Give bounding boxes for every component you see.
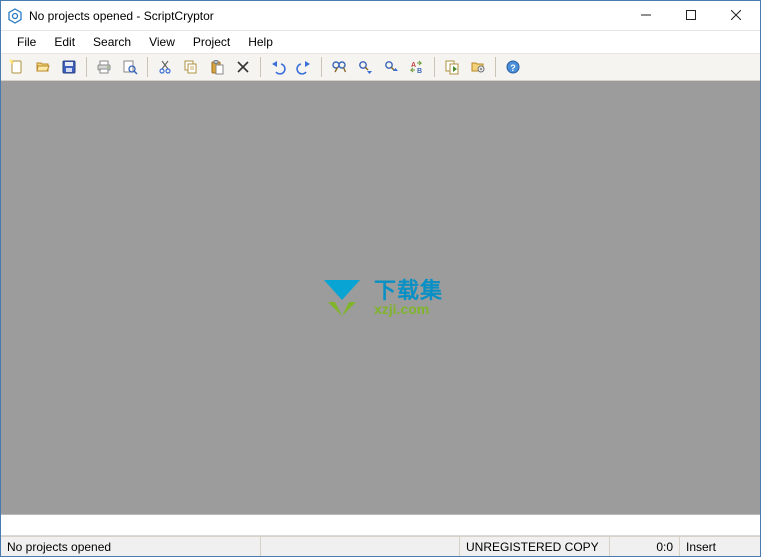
toolbar-separator: [260, 57, 261, 77]
maximize-button[interactable]: [668, 1, 713, 29]
menu-view[interactable]: View: [141, 33, 183, 51]
menu-search[interactable]: Search: [85, 33, 139, 51]
status-registration: UNREGISTERED COPY: [460, 537, 610, 556]
redo-button[interactable]: [292, 55, 316, 79]
open-button[interactable]: [31, 55, 55, 79]
find-prev-button[interactable]: [379, 55, 403, 79]
toolbar-separator: [495, 57, 496, 77]
svg-text:A: A: [411, 62, 416, 69]
status-cursor-position: 0:0: [610, 537, 680, 556]
window-controls: [623, 1, 758, 30]
minimize-button[interactable]: [623, 1, 668, 29]
watermark-icon: [318, 276, 366, 320]
menu-project[interactable]: Project: [185, 33, 238, 51]
svg-text:B: B: [417, 68, 422, 75]
undo-button[interactable]: [266, 55, 290, 79]
watermark-text: 下载集 xzji.com: [374, 279, 443, 317]
cut-button[interactable]: [153, 55, 177, 79]
toolbar-separator: [434, 57, 435, 77]
workspace-area: 下载集 xzji.com: [1, 81, 760, 514]
menu-help[interactable]: Help: [240, 33, 281, 51]
app-window: No projects opened - ScriptCryptor File …: [0, 0, 761, 557]
status-bar: No projects opened UNREGISTERED COPY 0:0…: [1, 536, 760, 556]
app-icon: [7, 8, 23, 24]
title-bar: No projects opened - ScriptCryptor: [1, 1, 760, 31]
status-message: No projects opened: [1, 537, 261, 556]
toolbar: A B: [1, 53, 760, 81]
watermark-cn: 下载集: [374, 279, 443, 302]
svg-text:?: ?: [510, 63, 516, 73]
menu-file[interactable]: File: [9, 33, 44, 51]
toolbar-separator: [86, 57, 87, 77]
help-button[interactable]: ?: [501, 55, 525, 79]
toolbar-separator: [147, 57, 148, 77]
delete-button[interactable]: [231, 55, 255, 79]
watermark-en: xzji.com: [374, 302, 443, 317]
watermark: 下载集 xzji.com: [318, 276, 443, 320]
find-button[interactable]: [327, 55, 351, 79]
save-button[interactable]: [57, 55, 81, 79]
status-spacer: [261, 537, 460, 556]
replace-button[interactable]: A B: [405, 55, 429, 79]
toolbar-separator: [321, 57, 322, 77]
paste-button[interactable]: [205, 55, 229, 79]
copy-button[interactable]: [179, 55, 203, 79]
close-button[interactable]: [713, 1, 758, 29]
new-button[interactable]: [5, 55, 29, 79]
status-insert-mode: Insert: [680, 537, 760, 556]
print-preview-button[interactable]: [118, 55, 142, 79]
menu-edit[interactable]: Edit: [46, 33, 83, 51]
find-next-button[interactable]: [353, 55, 377, 79]
options-button[interactable]: [466, 55, 490, 79]
window-title: No projects opened - ScriptCryptor: [29, 9, 623, 23]
menu-bar: File Edit Search View Project Help: [1, 31, 760, 53]
print-button[interactable]: [92, 55, 116, 79]
compile-button[interactable]: [440, 55, 464, 79]
bottom-panel: [1, 514, 760, 536]
